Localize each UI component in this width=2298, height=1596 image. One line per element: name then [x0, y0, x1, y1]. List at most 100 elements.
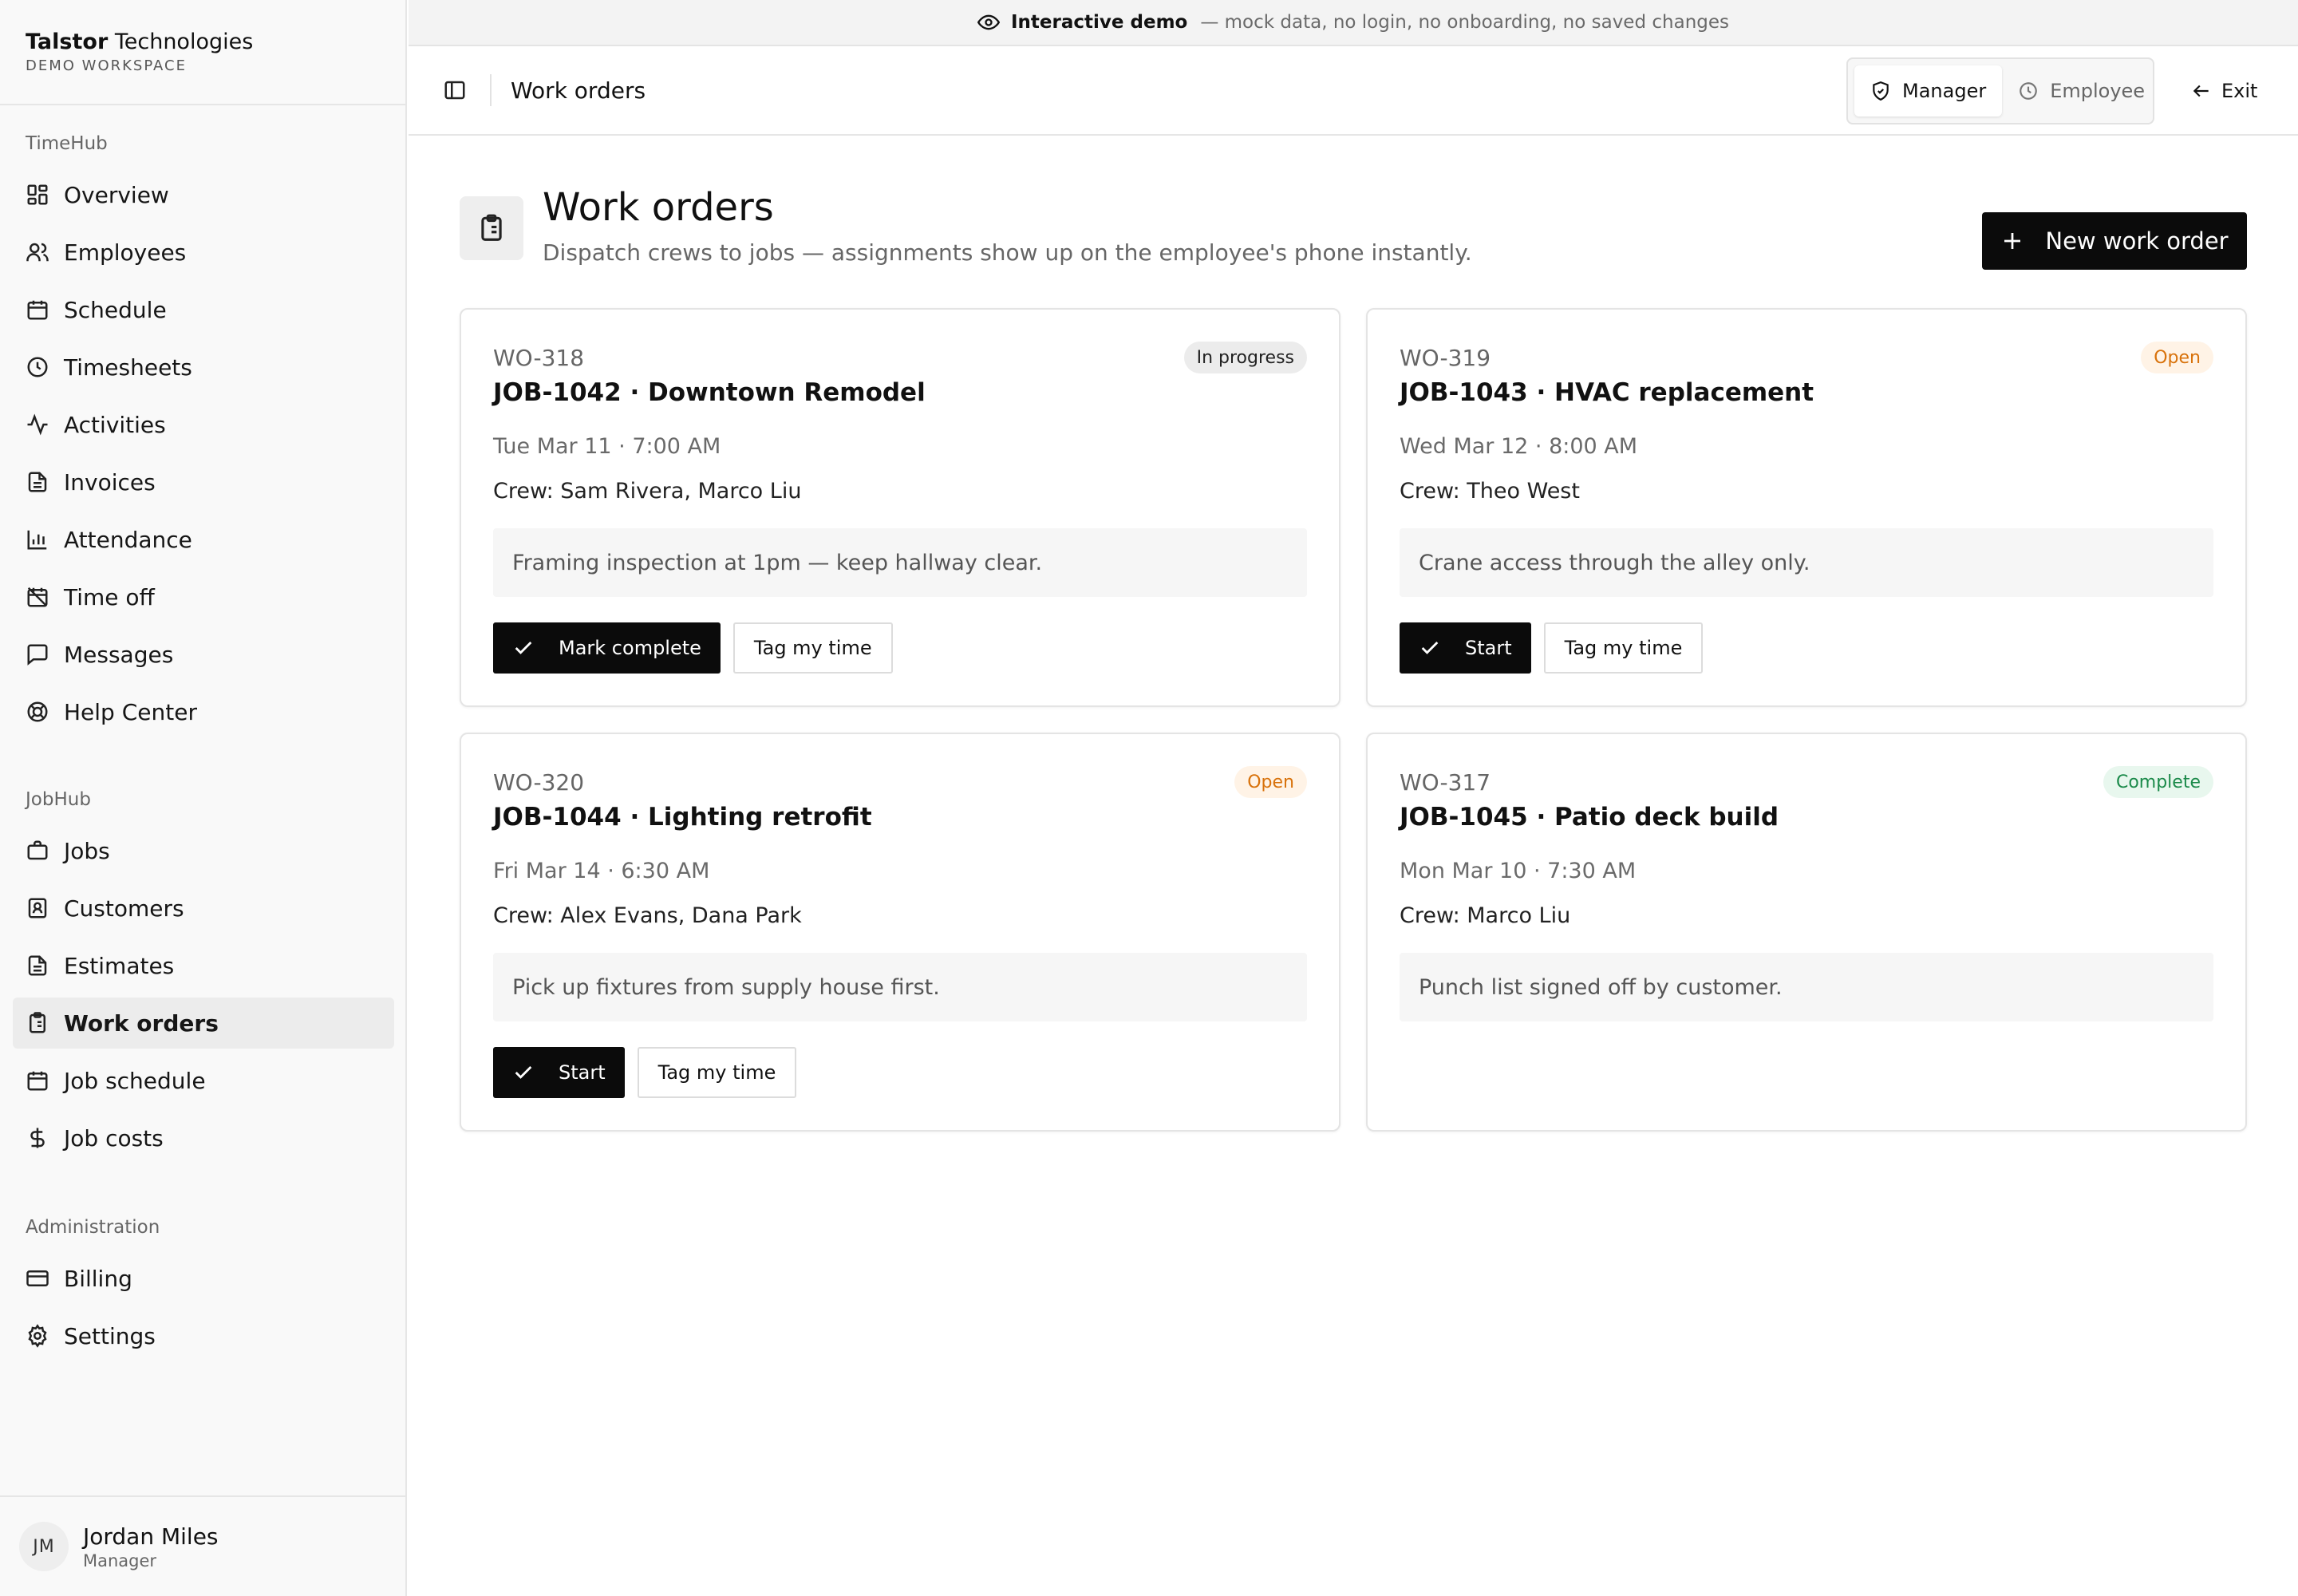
mark-complete-button[interactable]: Mark complete — [493, 622, 721, 674]
avatar: JM — [19, 1522, 69, 1571]
sidebar-item-attendance[interactable]: Attendance — [13, 514, 394, 565]
sidebar-item-label: Overview — [64, 181, 169, 208]
work-order-card: WO-318 In progress JOB-1042 · Downtown R… — [460, 308, 1340, 707]
activity-icon — [27, 413, 48, 436]
shield-check-icon — [1873, 81, 1889, 101]
tag-my-time-button[interactable]: Tag my time — [732, 622, 893, 674]
lifebuoy-icon — [27, 701, 48, 722]
brand-name-bold: Talstor — [26, 30, 109, 54]
sidebar-item-job-costs[interactable]: Job costs — [13, 1112, 394, 1163]
role-employee-label: Employee — [2050, 80, 2146, 102]
header-divider — [490, 74, 492, 106]
document-icon — [28, 472, 47, 492]
work-order-code: WO-320 — [493, 769, 585, 796]
role-employee-button[interactable]: Employee — [2002, 65, 2161, 117]
work-order-crew: Crew: Marco Liu — [1400, 903, 1571, 928]
sidebar-item-label: Customers — [64, 895, 184, 922]
start-button[interactable]: Start — [493, 1047, 625, 1098]
brand-name: Talstor Technologies — [26, 29, 380, 56]
new-work-order-button[interactable]: New work order — [1982, 212, 2247, 270]
work-order-title: JOB-1042 · Downtown Remodel — [493, 378, 926, 407]
user-info: Jordan Miles Manager — [83, 1523, 219, 1570]
gear-icon — [28, 1324, 47, 1348]
sidebar-item-employees[interactable]: Employees — [13, 227, 394, 278]
sidebar-item-label: Employees — [64, 239, 187, 266]
sidebar-item-label: Activities — [64, 411, 166, 438]
sidebar-item-label: Job costs — [64, 1124, 164, 1152]
sidebar: Talstor Technologies DEMO WORKSPACE Time… — [0, 0, 407, 1596]
role-manager-button[interactable]: Manager — [1854, 65, 2003, 117]
sidebar-item-label: Billing — [64, 1265, 132, 1292]
sidebar-item-jobs[interactable]: Jobs — [13, 825, 394, 876]
sidebar-item-estimates[interactable]: Estimates — [13, 940, 394, 991]
sidebar-item-schedule[interactable]: Schedule — [13, 284, 394, 335]
clock-icon — [2020, 82, 2038, 100]
work-order-title: JOB-1045 · Patio deck build — [1400, 803, 1779, 832]
work-order-date: Wed Mar 12 · 8:00 AM — [1400, 434, 1638, 459]
start-label: Start — [559, 1061, 606, 1084]
tag-my-time-button[interactable]: Tag my time — [1543, 622, 1704, 674]
status-badge: Open — [2141, 342, 2213, 373]
sidebar-item-invoices[interactable]: Invoices — [13, 456, 394, 508]
work-order-code: WO-319 — [1400, 345, 1491, 371]
work-order-code: WO-317 — [1400, 769, 1491, 796]
sidebar-item-label: Help Center — [64, 698, 197, 725]
banner-description: — mock data, no login, no onboarding, no… — [1200, 12, 1729, 33]
work-order-title: JOB-1044 · Lighting retrofit — [493, 803, 872, 832]
tag-my-time-button[interactable]: Tag my time — [637, 1047, 797, 1098]
work-order-date: Mon Mar 10 · 7:30 AM — [1400, 859, 1637, 883]
user-role: Manager — [83, 1551, 157, 1570]
nav-heading-timehub: TimeHub — [26, 133, 108, 154]
user-menu[interactable]: JM Jordan Miles Manager — [0, 1495, 405, 1596]
header-title: Work orders — [511, 77, 646, 104]
sidebar-item-messages[interactable]: Messages — [13, 629, 394, 680]
work-order-note: Crane access through the alley only. — [1400, 528, 2213, 597]
page-title: Work orders — [543, 185, 774, 230]
credit-card-icon — [26, 1270, 49, 1286]
work-order-note: Punch list signed off by customer. — [1400, 953, 2213, 1021]
check-icon — [515, 642, 532, 654]
start-button[interactable]: Start — [1400, 622, 1531, 674]
work-order-date: Tue Mar 11 · 7:00 AM — [493, 434, 721, 459]
work-order-crew: Crew: Theo West — [1400, 479, 1580, 504]
sidebar-item-timesheets[interactable]: Timesheets — [13, 342, 394, 393]
sidebar-item-billing[interactable]: Billing — [13, 1253, 394, 1304]
work-order-card: WO-317 Complete JOB-1045 · Patio deck bu… — [1366, 733, 2247, 1132]
user-name: Jordan Miles — [83, 1523, 219, 1550]
sidebar-item-customers[interactable]: Customers — [13, 883, 394, 934]
work-order-card: WO-320 Open JOB-1044 · Lighting retrofit… — [460, 733, 1340, 1132]
calendar-icon — [27, 300, 48, 320]
banner-title: Interactive demo — [1011, 12, 1188, 33]
work-order-title: JOB-1043 · HVAC replacement — [1400, 378, 1814, 407]
contact-icon — [28, 898, 47, 918]
clipboard-icon — [481, 214, 502, 241]
exit-label: Exit — [2221, 80, 2258, 102]
sidebar-item-time-off[interactable]: Time off — [13, 571, 394, 622]
exit-button[interactable]: Exit — [2191, 69, 2257, 113]
sidebar-item-help-center[interactable]: Help Center — [13, 686, 394, 737]
brand-name-rest: Technologies — [108, 30, 254, 54]
work-order-date: Fri Mar 14 · 6:30 AM — [493, 859, 710, 883]
arrow-left-icon — [2193, 85, 2209, 97]
sidebar-item-activities[interactable]: Activities — [13, 399, 394, 450]
sidebar-item-label: Messages — [64, 641, 174, 668]
role-switcher: Manager Employee — [1846, 57, 2154, 124]
card-actions: Start Tag my time — [1400, 622, 1704, 674]
nav-section-administration: Administration Billing Settings — [13, 1211, 394, 1368]
workspace-brand: Talstor Technologies DEMO WORKSPACE — [0, 0, 405, 105]
workspace-subtitle: DEMO WORKSPACE — [26, 57, 187, 74]
page-icon — [460, 196, 523, 260]
status-badge: Open — [1234, 766, 1307, 798]
sidebar-item-label: Job schedule — [64, 1067, 206, 1094]
work-order-note: Framing inspection at 1pm — keep hallway… — [493, 528, 1307, 597]
page-subtitle: Dispatch crews to jobs — assignments sho… — [543, 239, 1472, 266]
users-icon — [26, 243, 49, 262]
sidebar-item-label: Invoices — [64, 468, 156, 496]
sidebar-item-work-orders[interactable]: Work orders — [13, 998, 394, 1049]
sidebar-item-job-schedule[interactable]: Job schedule — [13, 1055, 394, 1106]
check-icon — [1421, 642, 1439, 654]
sidebar-item-label: Schedule — [64, 296, 167, 323]
sidebar-item-overview[interactable]: Overview — [13, 169, 394, 220]
sidebar-toggle-button[interactable] — [437, 73, 472, 108]
sidebar-item-settings[interactable]: Settings — [13, 1310, 394, 1361]
